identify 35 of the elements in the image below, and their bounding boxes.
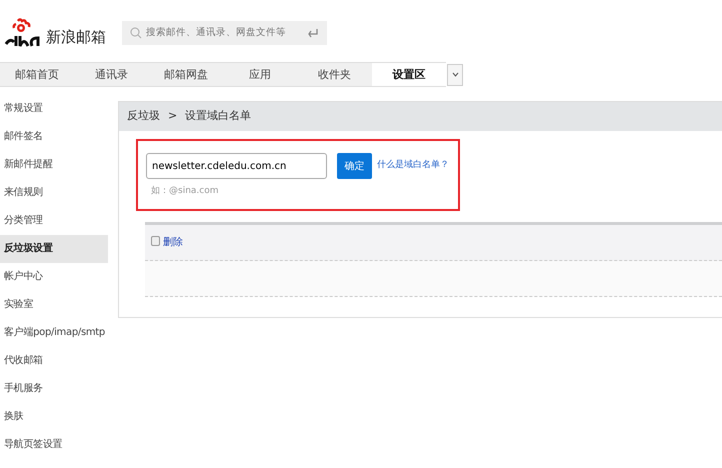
sidebar-item[interactable]: 换肤	[0, 403, 108, 431]
sidebar-item[interactable]: 实验室	[0, 291, 108, 319]
delete-link[interactable]: 删除	[163, 235, 183, 250]
nav-tab[interactable]: 设置区	[372, 63, 446, 86]
sidebar-item[interactable]: 来信规则	[0, 179, 108, 207]
nav-tab[interactable]: 邮箱网盘	[148, 63, 223, 86]
breadcrumb-item: 设置域白名单	[185, 108, 252, 124]
dropdown-button[interactable]	[447, 64, 463, 86]
search-icon	[130, 27, 142, 39]
nav-tab[interactable]: 邮箱首页	[0, 63, 74, 86]
nav-tab[interactable]: 通讯录	[74, 63, 149, 86]
logo-text: 新浪邮箱	[46, 26, 106, 48]
sidebar-item[interactable]: 导航页签设置	[0, 431, 108, 459]
search-field[interactable]: 搜索邮件、通讯录、网盘文件等	[122, 21, 327, 45]
sidebar-item[interactable]: 邮件签名	[0, 123, 108, 151]
nav-tab[interactable]: 收件夹	[297, 63, 372, 86]
breadcrumb-item[interactable]: 反垃圾	[127, 108, 160, 125]
sidebar-item[interactable]: 代收邮箱	[0, 347, 108, 375]
breadcrumb-separator: >	[168, 108, 178, 124]
nav-tab[interactable]: 应用	[222, 63, 298, 86]
domain-input-field[interactable]: newsletter.cdeledu.com.cn	[146, 153, 327, 179]
sidebar-item[interactable]: 反垃圾设置	[0, 235, 108, 263]
sidebar-item[interactable]: 客户端pop/imap/smtp	[0, 319, 108, 347]
sidebar-item[interactable]: 帐户中心	[0, 263, 108, 291]
select-all-checkbox[interactable]	[151, 236, 160, 246]
sidebar-item[interactable]: 分类管理	[0, 207, 108, 235]
input-hint: 如：@sina.com	[151, 185, 220, 198]
enter-icon[interactable]	[307, 28, 319, 38]
confirm-button[interactable]: 确定	[337, 153, 372, 179]
sidebar-item[interactable]: 常规设置	[0, 95, 108, 123]
sidebar-item[interactable]: 手机服务	[0, 375, 108, 403]
search-input[interactable]: 搜索邮件、通讯录、网盘文件等	[146, 26, 303, 40]
help-link[interactable]: 什么是域白名单？	[377, 159, 449, 173]
sidebar-item[interactable]: 新邮件提醒	[0, 151, 108, 179]
caret-icon	[452, 72, 458, 77]
